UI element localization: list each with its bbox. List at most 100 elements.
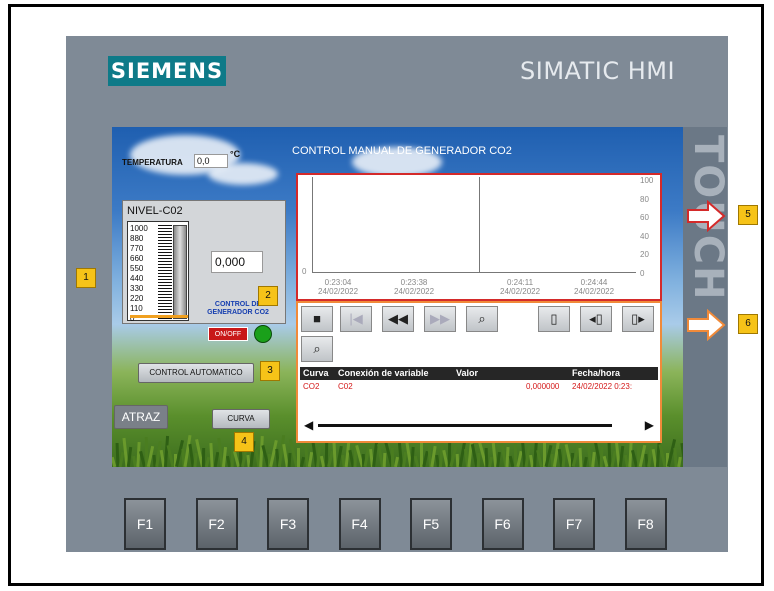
- level-gauge: 1000 880 770 660 550 440 330 220 110 0: [127, 221, 189, 323]
- ruler-forward-icon[interactable]: ▯▸: [622, 306, 654, 332]
- control-label-line2: GENERADOR CO2: [207, 309, 269, 316]
- scroll-right-icon[interactable]: ▶: [645, 418, 654, 432]
- row-datetime: 24/02/2022 0:23:: [572, 382, 633, 391]
- arrow-5-icon: [687, 200, 726, 232]
- annotation-4: 4: [234, 432, 254, 452]
- trend-controls: ■ |◀ ◀◀ ▶▶ ⌕ ▯ ◂▯ ▯▸ ⌕ Curva Conexión de…: [296, 301, 662, 443]
- gauge-scale-label: 1000: [130, 224, 148, 233]
- grass-blade: [590, 451, 596, 467]
- arrow-6-icon: [687, 309, 726, 341]
- curve-button[interactable]: CURVA: [212, 409, 270, 429]
- function-key-f8[interactable]: F8: [624, 498, 667, 550]
- model-name: SIMATIC HMI: [520, 57, 676, 85]
- temperature-unit: °C: [230, 149, 241, 159]
- grass-blade: [582, 456, 588, 467]
- scroll-thumb[interactable]: [318, 424, 612, 427]
- first-icon[interactable]: |◀: [340, 306, 372, 332]
- function-key-f5[interactable]: F5: [410, 498, 452, 550]
- grass-blade: [213, 451, 219, 467]
- grass-blade: [476, 452, 481, 467]
- y-axis-label: 40: [640, 231, 649, 241]
- grass-blade: [382, 452, 386, 467]
- temperature-value: 0,0: [194, 154, 228, 168]
- trend-plot: [312, 177, 636, 273]
- x-axis-time: 0:24:11: [506, 278, 534, 287]
- grass-blade: [296, 448, 300, 467]
- y-axis-zero-left: 0: [302, 267, 307, 276]
- trend-view: 0 100 80 60 40 20 0 0:23:04 24/02/2022 0:23:38 2…: [296, 173, 662, 301]
- table-header: Curva Conexión de variable Valor Fecha/h…: [300, 367, 658, 380]
- gauge-scale-label: 330: [130, 284, 144, 293]
- hmi-screen: TEMPERATURA 0,0 °C CONTROL MANUAL DE GEN…: [112, 127, 683, 467]
- x-axis-date: 24/02/2022: [574, 287, 615, 296]
- x-axis-time: 0:23:04: [324, 278, 352, 287]
- gauge-scale-label: 440: [130, 274, 144, 283]
- forward-icon[interactable]: ▶▶: [424, 306, 456, 332]
- gauge-scale-label: 220: [130, 294, 144, 303]
- trend-ruler-line: [479, 177, 480, 273]
- header-curve: Curva: [303, 368, 329, 378]
- row-value: 0,000000: [526, 382, 560, 391]
- grass-blade: [393, 456, 399, 467]
- y-axis-label: 20: [640, 250, 649, 259]
- function-key-f2[interactable]: F2: [195, 498, 238, 550]
- gauge-ticks: [158, 225, 172, 319]
- x-axis-time: 0:23:38: [400, 278, 428, 287]
- row-curve: CO2: [303, 382, 320, 391]
- x-axis-label: 0:23:04 24/02/2022: [318, 278, 358, 296]
- gauge-scale-label: 880: [130, 234, 144, 243]
- ruler-back-icon[interactable]: ◂▯: [580, 306, 612, 332]
- table-row[interactable]: CO2 C02 0,000000 24/02/2022 0:23:: [300, 381, 658, 393]
- grass-blade: [307, 451, 313, 467]
- auto-control-button[interactable]: CONTROL AUTOMATICO: [138, 363, 254, 383]
- gauge-scale-label: 550: [130, 264, 144, 273]
- temperature-label: TEMPERATURA: [122, 158, 183, 167]
- grass-blade: [677, 456, 682, 467]
- gauge-scale-label: 660: [130, 254, 144, 263]
- function-key-f6[interactable]: F6: [481, 498, 524, 550]
- gauge-bar: [173, 225, 187, 319]
- ruler-icon[interactable]: ▯: [538, 306, 570, 332]
- screen-title: CONTROL MANUAL DE GENERADOR CO2: [292, 145, 512, 157]
- grass-blade: [496, 451, 502, 467]
- level-value: 0,000: [211, 251, 263, 273]
- brand-logo: SIEMENS: [108, 56, 226, 86]
- function-key-f4[interactable]: F4: [338, 498, 381, 550]
- gauge-scale-label: 770: [130, 244, 144, 253]
- row-variable: C02: [338, 382, 353, 391]
- grass-blade: [578, 447, 583, 467]
- x-axis-date: 24/02/2022: [394, 287, 435, 296]
- status-led: [254, 325, 272, 343]
- onoff-button[interactable]: ON/OFF: [208, 327, 248, 341]
- annotation-6: 6: [738, 314, 758, 334]
- back-button[interactable]: ATRAZ: [114, 405, 168, 429]
- horizontal-scrollbar[interactable]: ◀ ▶: [302, 417, 656, 433]
- x-axis-label: 0:23:38 24/02/2022: [394, 278, 434, 296]
- gauge-scale-label: 110: [130, 304, 143, 313]
- function-key-f7[interactable]: F7: [553, 498, 595, 550]
- x-axis-date: 24/02/2022: [318, 287, 359, 296]
- x-axis-label: 0:24:44 24/02/2022: [574, 278, 614, 296]
- zoom-icon[interactable]: ⌕: [301, 336, 333, 362]
- header-value: Valor: [456, 368, 479, 378]
- level-title: NIVEL-C02: [127, 205, 183, 217]
- x-axis-time: 0:24:44: [580, 278, 608, 287]
- function-key-f3[interactable]: F3: [267, 498, 309, 550]
- x-axis-date: 24/02/2022: [500, 287, 541, 296]
- touch-strip: TOUCH: [683, 127, 727, 467]
- y-axis-label: 80: [640, 194, 649, 204]
- stop-icon[interactable]: ■: [301, 306, 333, 332]
- function-key-f1[interactable]: F1: [124, 498, 166, 550]
- annotation-5: 5: [738, 205, 758, 225]
- grass-blade: [299, 456, 305, 467]
- rewind-icon[interactable]: ◀◀: [382, 306, 414, 332]
- scroll-left-icon[interactable]: ◀: [304, 418, 313, 432]
- zoom-in-icon[interactable]: ⌕: [466, 306, 498, 332]
- y-axis-label: 100: [640, 176, 654, 185]
- grass-blade: [193, 452, 198, 467]
- annotation-3: 3: [260, 361, 280, 381]
- x-axis-label: 0:24:11 24/02/2022: [500, 278, 540, 296]
- grass-blade: [287, 452, 292, 467]
- y-axis-label: 0: [640, 268, 645, 278]
- annotation-1: 1: [76, 268, 96, 288]
